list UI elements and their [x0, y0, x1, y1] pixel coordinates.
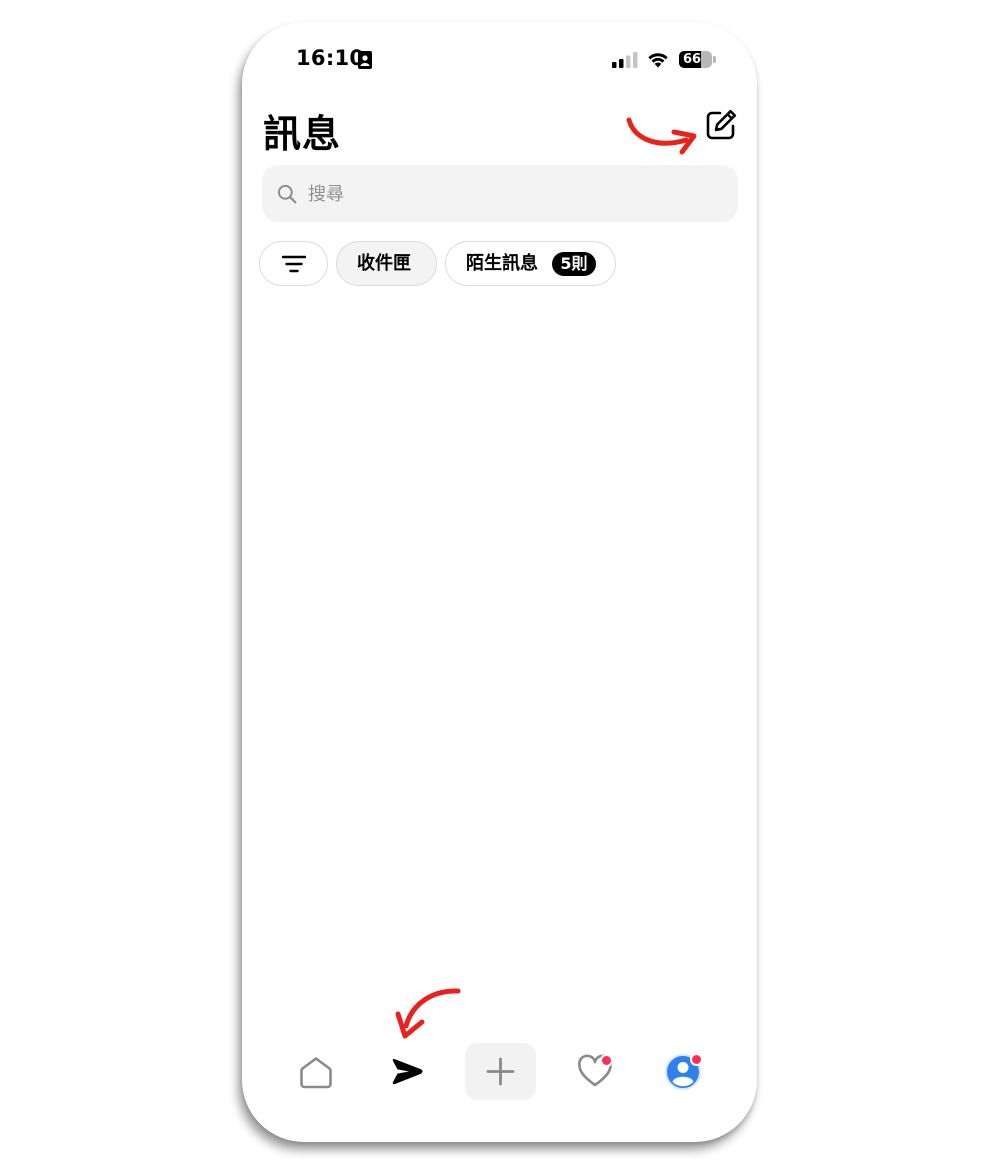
- activity-button[interactable]: [575, 1052, 615, 1092]
- home-icon[interactable]: [296, 1052, 336, 1092]
- id-card-icon: [358, 51, 372, 69]
- magnifier-icon: [277, 184, 297, 204]
- tab-message-requests[interactable]: 陌生訊息 5則: [445, 241, 616, 286]
- search-bar[interactable]: [262, 165, 738, 222]
- send-icon[interactable]: [387, 1052, 427, 1092]
- screenshot-stage: 16:10 66 訊息 搜尋 收件匣 陌生訊息 5則: [0, 0, 1000, 1165]
- wifi-icon: [648, 53, 668, 68]
- tab-inbox[interactable]: 收件匣: [336, 241, 437, 286]
- status-time: 16:10: [296, 46, 365, 70]
- battery-level-text: 66: [682, 52, 702, 67]
- search-input[interactable]: [306, 175, 710, 213]
- plus-icon: [486, 1057, 515, 1086]
- profile-button[interactable]: [663, 1052, 703, 1092]
- tab-inbox-label: 收件匣: [357, 253, 411, 274]
- tab-message-requests-label: 陌生訊息: [466, 253, 538, 274]
- activity-notification-dot: [600, 1054, 613, 1067]
- cellular-signal-icon: [612, 52, 638, 68]
- requests-count-badge: 5則: [552, 252, 596, 276]
- filter-button[interactable]: [259, 241, 328, 286]
- page-title: 訊息: [263, 112, 342, 156]
- annotation-arrow-messages: [395, 988, 461, 1039]
- create-button[interactable]: [465, 1043, 536, 1100]
- phone-frame: 16:10 66 訊息 搜尋 收件匣 陌生訊息 5則: [242, 22, 757, 1142]
- pencil-square-icon[interactable]: [704, 108, 738, 142]
- battery-indicator: 66: [679, 51, 717, 68]
- profile-notification-dot: [690, 1053, 703, 1066]
- filter-lines-icon: [282, 255, 306, 273]
- annotation-arrow-compose: [626, 117, 697, 155]
